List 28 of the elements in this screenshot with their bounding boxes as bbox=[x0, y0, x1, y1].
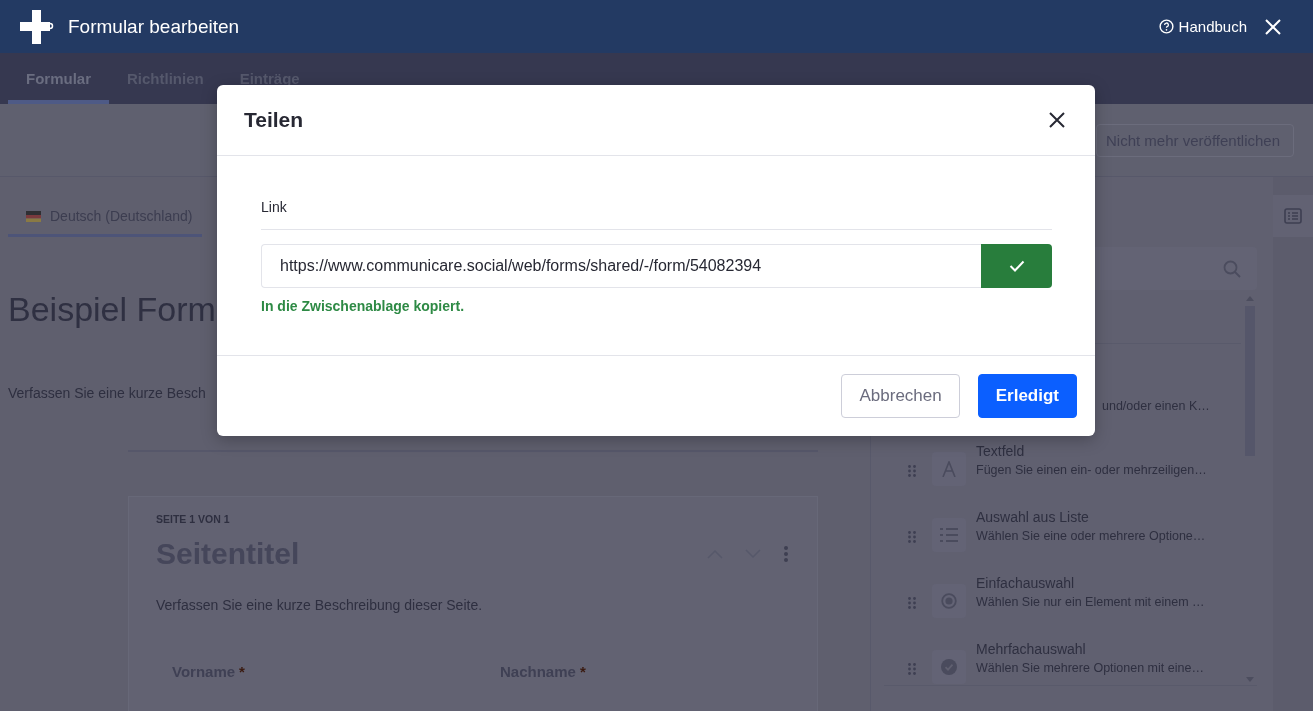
copied-message: In die Zwischenablage kopiert. bbox=[261, 298, 466, 314]
dialog-title: Teilen bbox=[244, 108, 304, 132]
done-button[interactable]: Erledigt bbox=[977, 374, 1077, 418]
link-field[interactable]: https://www.communicare.social/web/forms/shared/-/form/54082394 bbox=[261, 244, 981, 288]
help-icon bbox=[1158, 19, 1174, 34]
drag-handle-icon[interactable] bbox=[908, 465, 916, 477]
list-icon bbox=[940, 527, 958, 543]
drag-handle-icon[interactable] bbox=[908, 531, 916, 543]
letter-shape-icon bbox=[942, 461, 956, 477]
link-label: Link bbox=[261, 199, 1052, 230]
search-icon bbox=[1223, 259, 1241, 278]
check-circle-icon bbox=[941, 659, 957, 675]
logo-icon bbox=[20, 9, 54, 44]
page-title: Formular bearbeiten bbox=[68, 15, 240, 38]
check-icon bbox=[1008, 260, 1025, 272]
close-icon[interactable] bbox=[1049, 112, 1065, 128]
drag-handle-icon[interactable] bbox=[908, 597, 916, 609]
help-link[interactable]: Handbuch bbox=[1158, 18, 1247, 35]
list-view-button[interactable] bbox=[1273, 195, 1313, 237]
drag-handle-icon[interactable] bbox=[908, 663, 916, 675]
more-icon[interactable] bbox=[783, 545, 789, 563]
required-mark: * bbox=[579, 663, 586, 680]
radio-icon bbox=[941, 593, 957, 609]
copy-button[interactable] bbox=[981, 244, 1052, 288]
cancel-button[interactable]: Abbrechen bbox=[841, 374, 960, 418]
list-icon bbox=[1284, 208, 1302, 224]
flag-icon bbox=[26, 210, 41, 222]
required-mark: * bbox=[239, 663, 245, 680]
